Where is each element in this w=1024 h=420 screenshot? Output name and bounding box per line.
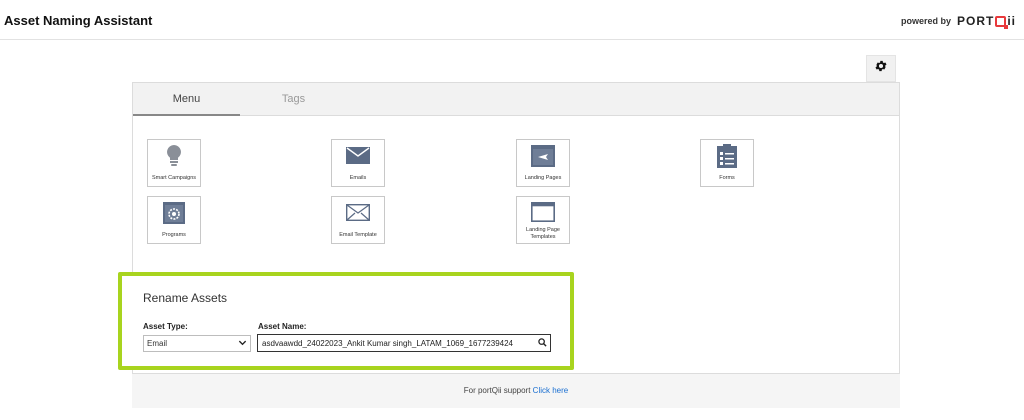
gear-icon bbox=[874, 59, 888, 78]
tile-label: Programs bbox=[162, 232, 186, 238]
support-link[interactable]: Click here bbox=[533, 386, 569, 395]
brand-left: PORT bbox=[956, 14, 995, 28]
rename-assets-highlight bbox=[118, 272, 574, 370]
tile-label: Forms bbox=[719, 175, 735, 181]
tab-bar: Menu Tags bbox=[133, 83, 899, 116]
powered-by-branding: powered by PORT ii bbox=[900, 14, 1016, 29]
tile-emails[interactable]: Emails bbox=[331, 139, 385, 187]
app-title: Asset Naming Assistant bbox=[4, 13, 153, 28]
top-bar: Asset Naming Assistant powered by PORT ii bbox=[0, 0, 1024, 40]
asset-name-value: asdvaawdd_24022023_Ankit Kumar singh_LAT… bbox=[262, 339, 514, 348]
tile-smart-campaigns[interactable]: Smart Campaigns bbox=[147, 139, 201, 187]
landing-page-icon bbox=[531, 144, 555, 172]
window-template-icon bbox=[531, 201, 555, 227]
rename-assets-title: Rename Assets bbox=[143, 291, 228, 305]
envelope-icon bbox=[346, 147, 370, 169]
tile-programs[interactable]: Programs bbox=[147, 196, 201, 244]
asset-type-select[interactable]: Email bbox=[143, 335, 251, 352]
tile-label: Landing Page Templates bbox=[526, 227, 560, 240]
asset-name-label: Asset Name: bbox=[258, 322, 307, 331]
support-text: For portQii support bbox=[463, 386, 531, 395]
tile-label: Smart Campaigns bbox=[151, 175, 197, 181]
tile-label: Landing Pages bbox=[524, 175, 562, 181]
portqii-logo: PORT ii bbox=[956, 14, 1016, 29]
tile-forms[interactable]: Forms bbox=[700, 139, 754, 187]
tab-tags[interactable]: Tags bbox=[240, 83, 347, 116]
brand-right: ii bbox=[1007, 14, 1016, 28]
settings-button[interactable] bbox=[866, 55, 896, 82]
asset-type-value: Email bbox=[147, 339, 168, 348]
asset-name-input[interactable]: asdvaawdd_24022023_Ankit Kumar singh_LAT… bbox=[257, 334, 551, 352]
brand-q-mark bbox=[995, 15, 1009, 29]
chevron-down-icon bbox=[238, 338, 247, 349]
tile-landing-pages[interactable]: Landing Pages bbox=[516, 139, 570, 187]
support-footer: For portQii support Click here bbox=[132, 374, 900, 408]
asset-type-label: Asset Type: bbox=[143, 322, 188, 331]
tile-label: Emails bbox=[349, 175, 367, 181]
clipboard-list-icon bbox=[717, 143, 737, 173]
envelope-outline-icon bbox=[345, 203, 371, 226]
powered-by-label: powered by bbox=[900, 16, 951, 26]
tab-menu[interactable]: Menu bbox=[133, 83, 240, 116]
tile-email-template[interactable]: Email Template bbox=[331, 196, 385, 244]
search-icon[interactable] bbox=[538, 338, 547, 349]
tile-landing-page-templates[interactable]: Landing Page Templates bbox=[516, 196, 570, 244]
program-gear-icon bbox=[163, 201, 185, 229]
tile-label: Email Template bbox=[339, 232, 377, 238]
lightbulb-icon bbox=[166, 144, 182, 172]
